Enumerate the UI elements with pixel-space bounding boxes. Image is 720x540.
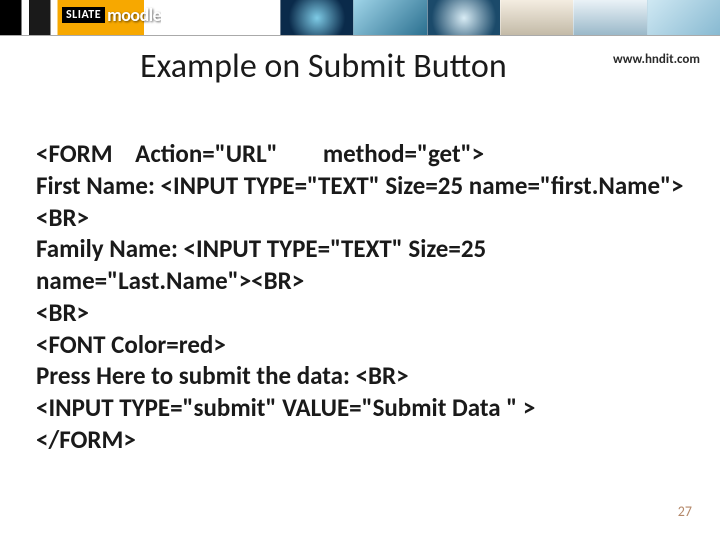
- slide-title: Example on Submit Button: [140, 46, 507, 87]
- slide-number: 27: [678, 503, 692, 520]
- collage-image: [647, 0, 720, 36]
- site-url: www.hndit.com: [613, 52, 700, 67]
- code-block: <FORM Action="URL" method="get"> First N…: [36, 138, 686, 456]
- code-line: </FORM>: [36, 424, 136, 455]
- code-line: First Name: <INPUT TYPE="TEXT" Size=25 n…: [36, 170, 684, 233]
- code-line: <INPUT TYPE="submit" VALUE="Submit Data …: [36, 392, 535, 423]
- code-line: <BR>: [36, 297, 89, 328]
- title-row: Example on Submit Button www.hndit.com: [0, 46, 720, 96]
- header-collage: [280, 0, 720, 36]
- code-line: Press Here to submit the data: <BR>: [36, 360, 409, 391]
- collage-image: [353, 0, 426, 36]
- code-line: Family Name: <INPUT TYPE="TEXT" Size=25 …: [36, 233, 492, 296]
- header-logo: SLIATE moodle: [62, 4, 161, 26]
- collage-image: [500, 0, 573, 36]
- collage-image: [280, 0, 353, 36]
- code-line: <FORM Action="URL" method="get">: [36, 138, 484, 169]
- header-banner: SLIATE moodle: [0, 0, 720, 36]
- logo-sliate-text: SLIATE: [62, 7, 105, 23]
- code-line: <FONT Color=red>: [36, 329, 226, 360]
- logo-moodle-text: moodle: [105, 4, 161, 26]
- collage-image: [573, 0, 646, 36]
- collage-image: [427, 0, 500, 36]
